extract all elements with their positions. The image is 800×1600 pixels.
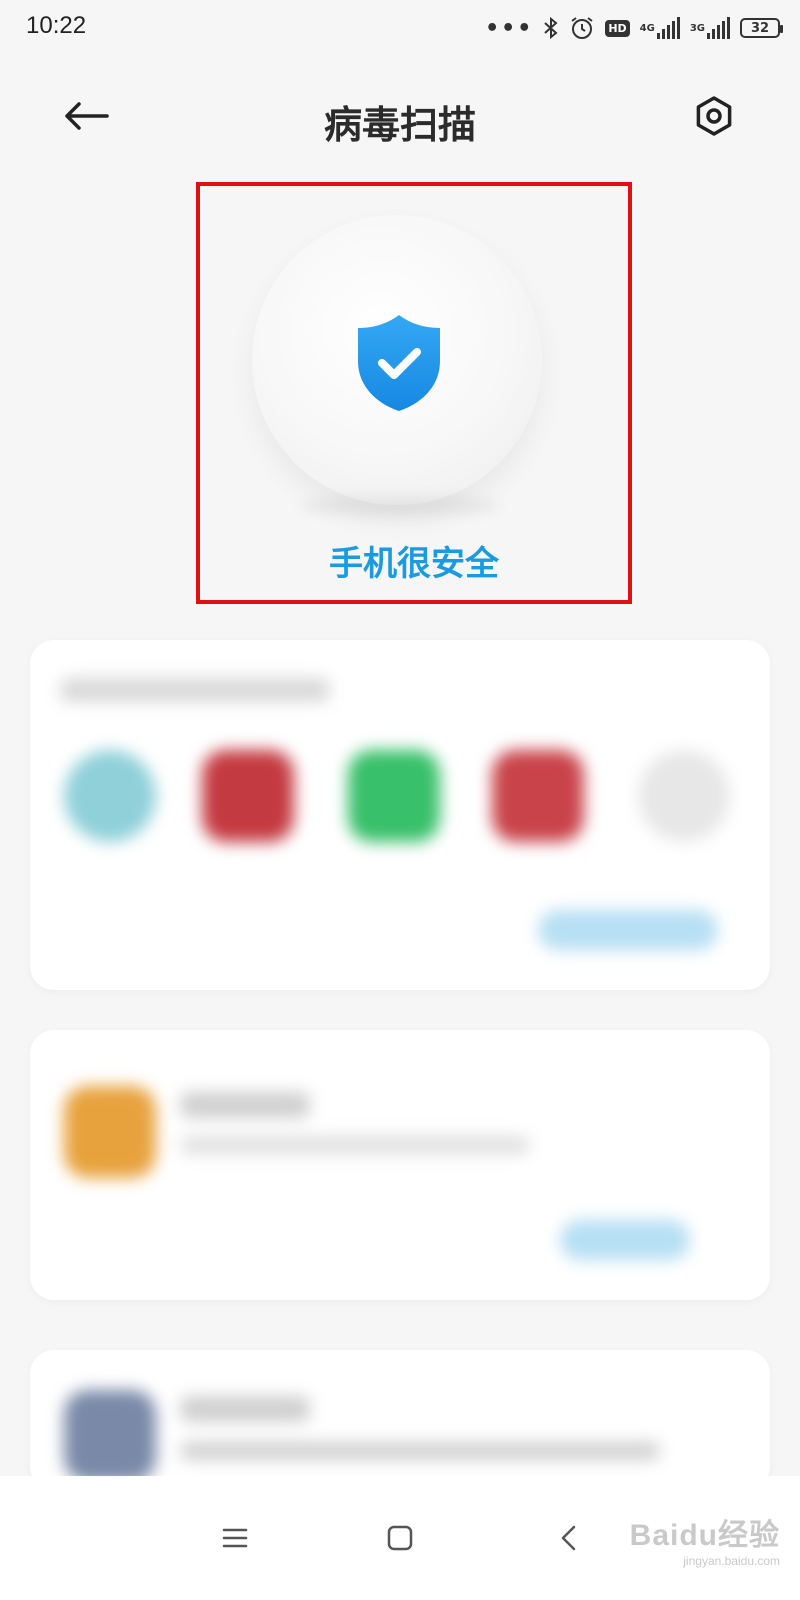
watermark-main: Baidu经验 <box>629 1519 780 1552</box>
feature-card-2[interactable] <box>30 1350 770 1490</box>
nav-back-button[interactable] <box>538 1508 598 1568</box>
recent-apps-button[interactable] <box>205 1508 265 1568</box>
battery-icon: 32 <box>740 18 783 38</box>
app-header: 病毒扫描 <box>0 80 800 152</box>
hd-icon: HD <box>605 19 630 37</box>
network-3g-label: 3G <box>689 22 705 34</box>
status-icons: ••• HD 4G 3G 32 <box>485 12 783 44</box>
menu-icon <box>222 1528 248 1548</box>
settings-button[interactable] <box>684 90 744 142</box>
home-icon <box>387 1525 413 1551</box>
highlight-box <box>196 182 632 604</box>
back-chevron-icon <box>561 1525 576 1551</box>
settings-icon <box>696 96 732 136</box>
bluetooth-icon <box>543 16 559 40</box>
alarm-icon <box>569 15 595 41</box>
more-notifications-icon: ••• <box>485 15 534 41</box>
signal-3g-icon: 3G <box>690 17 730 39</box>
watermark-sub: jingyan.baidu.com <box>683 1554 780 1568</box>
page-title: 病毒扫描 <box>323 103 476 147</box>
baidu-watermark: Baidu经验 jingyan.baidu.com <box>630 1510 780 1568</box>
status-time: 10:22 <box>26 12 87 39</box>
scan-results-card[interactable] <box>30 640 770 990</box>
status-bar: 10:22 ••• HD 4G 3G 32 <box>0 0 800 56</box>
home-button[interactable] <box>370 1508 430 1568</box>
signal-4g-icon: 4G <box>640 17 680 39</box>
battery-level: 32 <box>750 20 770 36</box>
feature-card-1[interactable] <box>30 1030 770 1300</box>
network-4g-label: 4G <box>639 22 655 34</box>
